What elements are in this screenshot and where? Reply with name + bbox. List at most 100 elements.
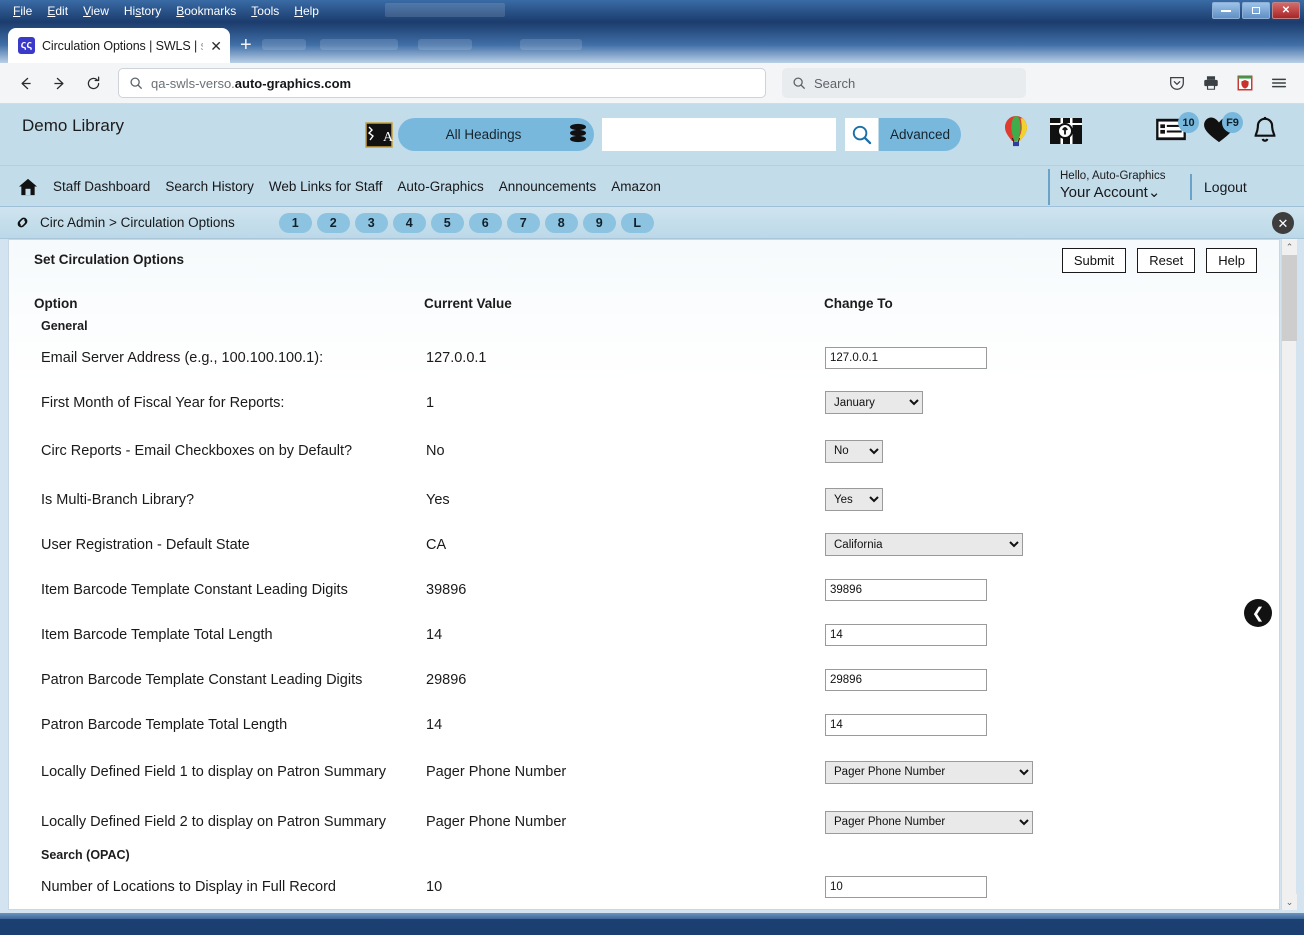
search-scope-dropdown[interactable]: All Headings ⌄ xyxy=(398,118,594,151)
ublock-extension-icon[interactable] xyxy=(1234,72,1256,94)
window-title-placeholder xyxy=(385,3,505,17)
group-header-search-opac: Search (OPAC) xyxy=(41,848,130,862)
circ-reports-email-checkboxes-select[interactable]: No xyxy=(825,439,883,463)
alphabet-browse-icon[interactable]: A xyxy=(365,121,394,149)
locations-in-full-record-input[interactable] xyxy=(825,875,987,898)
locally-defined-field-2-select[interactable]: Pager Phone Number xyxy=(825,810,1033,834)
item-barcode-total-length-input[interactable] xyxy=(825,623,987,646)
forward-icon[interactable] xyxy=(44,68,74,98)
favorites-heart-icon[interactable]: F9 xyxy=(1203,112,1243,149)
table-row: Item Barcode Template Constant Leading D… xyxy=(9,567,1279,612)
nav-link-auto-graphics[interactable]: Auto-Graphics xyxy=(397,179,483,194)
save-to-pocket-icon[interactable] xyxy=(1166,72,1188,94)
page-pagination: 1 2 3 4 5 6 7 8 9 L xyxy=(278,212,654,233)
tab-strip: ςς Circulation Options | SWLS | swl ✕ + xyxy=(0,22,1304,63)
hot-air-balloon-icon[interactable] xyxy=(1000,114,1032,157)
email-server-address-input[interactable] xyxy=(825,346,987,369)
scroll-down-icon[interactable]: ⌄ xyxy=(1282,894,1297,910)
locally-defined-field-1-select[interactable]: Pager Phone Number xyxy=(825,760,1033,784)
current-value: 39896 xyxy=(426,581,467,598)
menu-view[interactable]: View xyxy=(76,2,116,21)
breadcrumb: Circ Admin > Circulation Options xyxy=(40,215,235,230)
browser-search-box[interactable]: Search xyxy=(782,68,1026,98)
menu-help[interactable]: Help xyxy=(287,2,326,21)
nav-link-amazon[interactable]: Amazon xyxy=(611,179,661,194)
scroll-up-icon[interactable]: ⌃ xyxy=(1282,239,1297,255)
site-favicon: ςς xyxy=(18,37,35,54)
nav-link-search-history[interactable]: Search History xyxy=(165,179,254,194)
patron-barcode-leading-digits-input[interactable] xyxy=(825,668,987,691)
page-pill-6[interactable]: 6 xyxy=(468,212,502,233)
option-label: Patron Barcode Template Constant Leading… xyxy=(41,671,363,688)
back-arrow-button[interactable]: ❮ xyxy=(1244,599,1272,627)
change-to-control: Yes xyxy=(825,488,883,511)
back-icon[interactable] xyxy=(10,68,40,98)
logout-link[interactable]: Logout xyxy=(1204,179,1247,195)
page-pill-9[interactable]: 9 xyxy=(582,212,616,233)
item-barcode-leading-digits-input[interactable] xyxy=(825,578,987,601)
notifications-bell-icon[interactable] xyxy=(1251,116,1279,151)
search-submit-icon[interactable] xyxy=(845,118,878,151)
option-label: User Registration - Default State xyxy=(41,536,250,553)
my-list-badge: 10 xyxy=(1178,112,1199,133)
close-tab-icon[interactable]: ✕ xyxy=(210,39,222,53)
advanced-search-button[interactable]: Advanced xyxy=(879,118,961,151)
my-list-icon[interactable]: 10 xyxy=(1155,112,1199,147)
tab-title: Circulation Options | SWLS | swl xyxy=(42,38,203,53)
nav-link-web-links-for-staff[interactable]: Web Links for Staff xyxy=(269,179,383,194)
maximize-button[interactable] xyxy=(1242,2,1270,19)
map-search-icon[interactable] xyxy=(1048,114,1084,155)
table-row: Display of Status for Item Checked Out i… xyxy=(9,909,1279,910)
menu-tools[interactable]: Tools xyxy=(244,2,286,21)
nav-link-staff-dashboard[interactable]: Staff Dashboard xyxy=(53,179,150,194)
submit-button[interactable]: Submit xyxy=(1061,248,1127,273)
page-pill-2[interactable]: 2 xyxy=(316,212,350,233)
fiscal-year-first-month-select[interactable]: January xyxy=(825,391,923,414)
change-to-control: Pager Phone Number xyxy=(825,810,1033,834)
scrollbar-thumb[interactable] xyxy=(1282,255,1297,341)
home-icon[interactable] xyxy=(18,178,38,196)
table-row: Patron Barcode Template Total Length 14 xyxy=(9,702,1279,747)
close-window-button[interactable]: ✕ xyxy=(1272,2,1300,19)
address-bar[interactable]: qa-swls-verso.auto-graphics.com xyxy=(118,68,766,98)
menu-edit[interactable]: Edit xyxy=(40,2,75,21)
option-label: Locally Defined Field 2 to display on Pa… xyxy=(41,814,386,830)
page-pill-1[interactable]: 1 xyxy=(278,212,312,233)
patron-barcode-total-length-input[interactable] xyxy=(825,713,987,736)
search-icon xyxy=(793,77,805,89)
menu-history[interactable]: History xyxy=(117,2,168,21)
current-value: CA xyxy=(426,536,447,553)
print-icon[interactable] xyxy=(1200,72,1222,94)
option-label: Number of Locations to Display in Full R… xyxy=(41,878,336,895)
reload-icon[interactable] xyxy=(78,68,108,98)
hamburger-menu-icon[interactable] xyxy=(1268,72,1290,94)
breadcrumb-bar: Circ Admin > Circulation Options 1 2 3 4… xyxy=(0,207,1304,239)
menu-file[interactable]: FFileile xyxy=(6,2,39,21)
browser-tab-active[interactable]: ςς Circulation Options | SWLS | swl ✕ xyxy=(8,28,230,63)
panel-scrollbar[interactable]: ⌃ ⌄ xyxy=(1281,239,1297,910)
page-pill-8[interactable]: 8 xyxy=(544,212,578,233)
help-button[interactable]: Help xyxy=(1206,248,1257,273)
option-label: Circ Reports - Email Checkboxes on by De… xyxy=(41,443,353,459)
window-controls: ✕ xyxy=(1212,2,1300,19)
page-pill-7[interactable]: 7 xyxy=(506,212,540,233)
page-pill-5[interactable]: 5 xyxy=(430,212,464,233)
page-pill-4[interactable]: 4 xyxy=(392,212,426,233)
multi-branch-library-select[interactable]: Yes xyxy=(825,488,883,511)
search-input[interactable] xyxy=(602,118,836,151)
current-value: 14 xyxy=(426,716,443,733)
page-pill-3[interactable]: 3 xyxy=(354,212,388,233)
reset-button[interactable]: Reset xyxy=(1137,248,1196,273)
current-value: 10 xyxy=(426,878,443,895)
table-row: Item Barcode Template Total Length 14 xyxy=(9,612,1279,657)
page-pill-L[interactable]: L xyxy=(620,212,654,233)
close-icon[interactable]: ✕ xyxy=(1272,212,1294,234)
your-account-dropdown[interactable]: Your Account⌄ xyxy=(1060,183,1165,202)
database-select-icon[interactable] xyxy=(568,122,588,151)
minimize-button[interactable] xyxy=(1212,2,1240,19)
table-row: Circ Reports - Email Checkboxes on by De… xyxy=(9,425,1279,477)
menu-bookmarks[interactable]: Bookmarks xyxy=(169,2,243,21)
nav-link-announcements[interactable]: Announcements xyxy=(499,179,597,194)
default-state-select[interactable]: California xyxy=(825,533,1023,556)
new-tab-button[interactable]: + xyxy=(240,35,252,55)
